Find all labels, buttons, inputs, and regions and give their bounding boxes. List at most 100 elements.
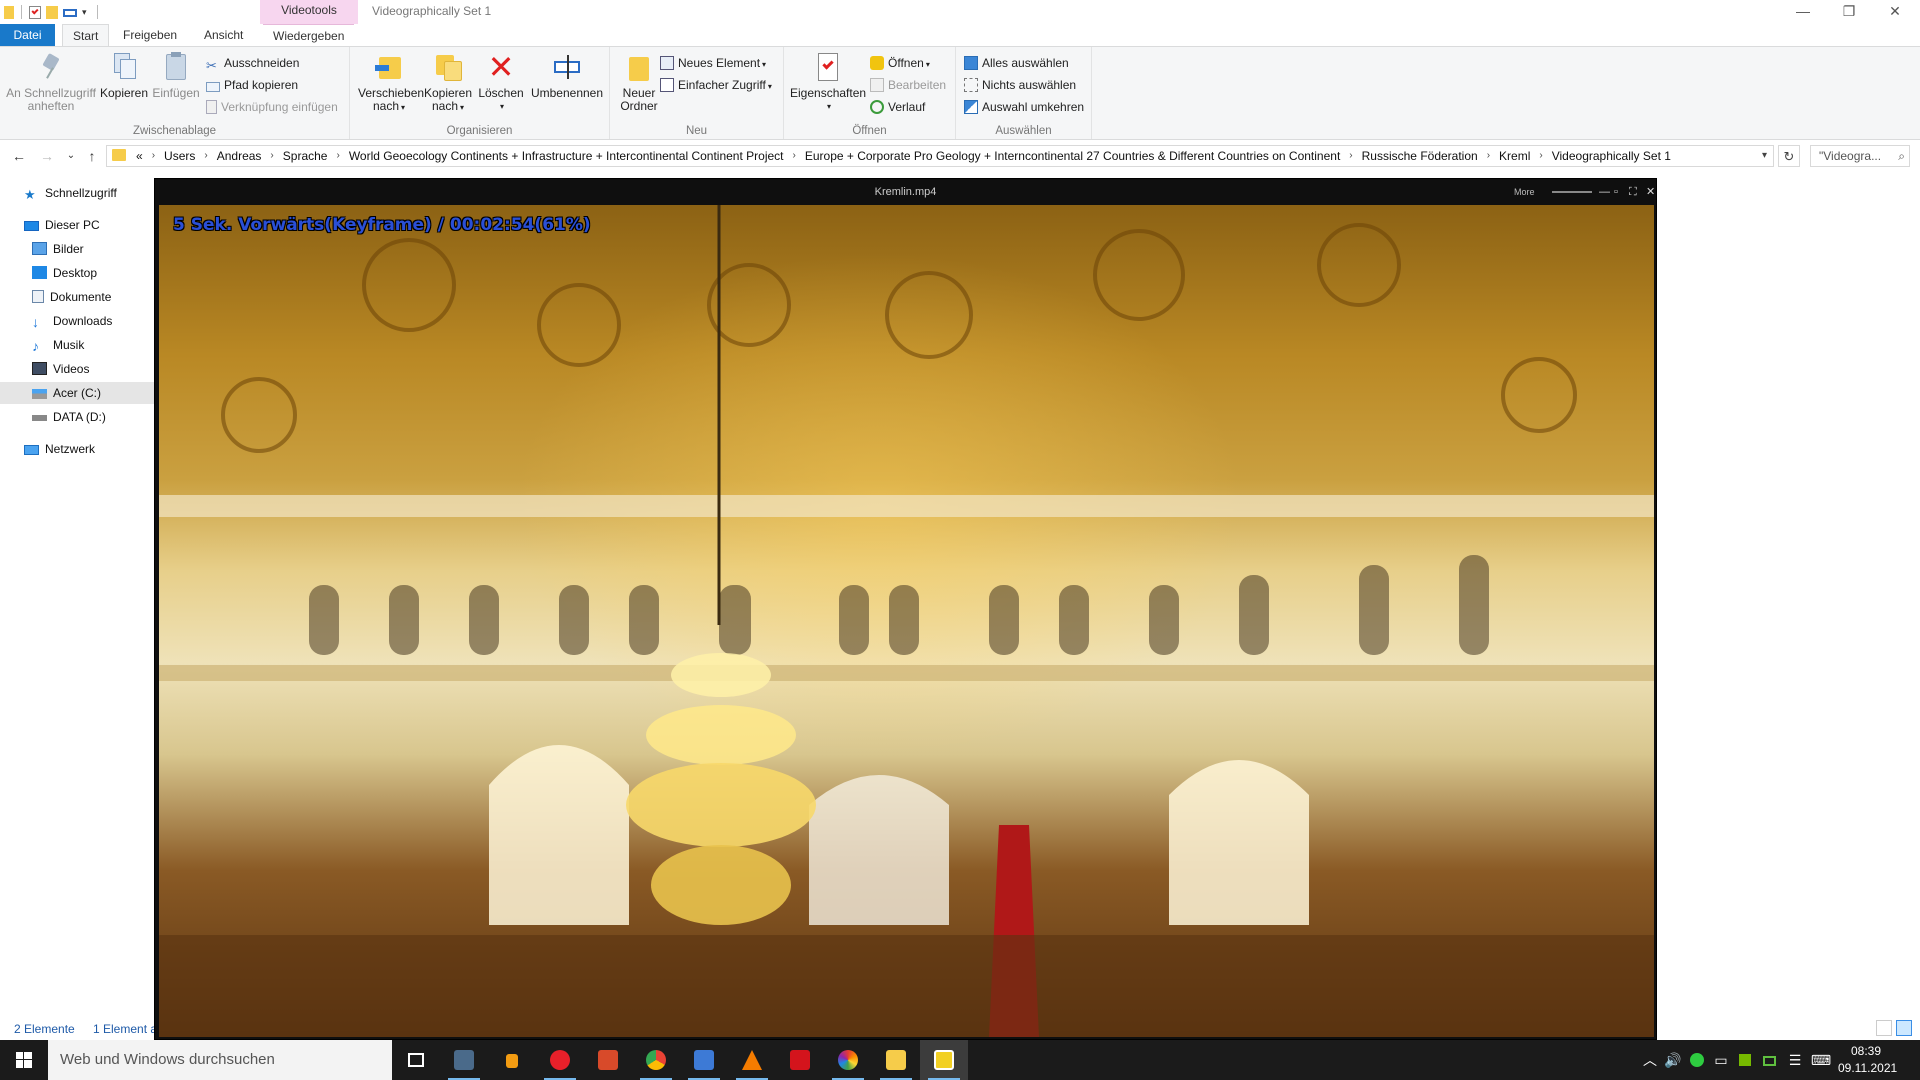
new-folder-icon[interactable]: [46, 5, 58, 19]
breadcrumb-overflow[interactable]: «: [131, 146, 148, 166]
tab-ansicht[interactable]: Ansicht: [194, 24, 253, 46]
forward-button[interactable]: →: [38, 146, 56, 166]
player-restore-button[interactable]: ▫: [1614, 179, 1618, 205]
security-check-icon[interactable]: [1686, 1040, 1708, 1080]
breadcrumb-item[interactable]: Videographically Set 1: [1547, 146, 1676, 166]
nav-music[interactable]: ♪ Musik: [0, 334, 154, 356]
back-button[interactable]: ←: [10, 146, 28, 166]
large-icons-view-icon[interactable]: [1896, 1020, 1912, 1036]
up-button[interactable]: ↑: [83, 146, 101, 166]
paste-button[interactable]: Einfügen: [150, 51, 202, 100]
tab-wiedergeben[interactable]: Wiedergeben: [263, 24, 355, 46]
taskbar-app-photos[interactable]: [440, 1040, 488, 1080]
paste-shortcut-button[interactable]: Verknüpfung einfügen: [206, 97, 338, 117]
nvidia-tray-icon[interactable]: [1734, 1040, 1756, 1080]
tab-datei[interactable]: Datei: [0, 24, 55, 46]
breadcrumb-item[interactable]: Europe + Corporate Pro Geology + Internc…: [800, 146, 1345, 166]
rename-icon[interactable]: [63, 9, 77, 17]
video-player-window[interactable]: Kremlin.mp4 More — ▫ ⛶ ✕ 5 Sek. Vorwärts…: [154, 178, 1657, 1040]
nav-drive-c[interactable]: Acer (C:): [0, 382, 154, 404]
player-fullscreen-button[interactable]: ⛶: [1629, 179, 1637, 205]
cut-button[interactable]: ✂ Ausschneiden: [206, 53, 299, 73]
breadcrumb-chevron-icon[interactable]: ›: [1345, 146, 1356, 166]
tab-freigeben[interactable]: Freigeben: [113, 24, 187, 46]
breadcrumb-item[interactable]: Sprache: [278, 146, 333, 166]
nav-pictures[interactable]: Bilder: [0, 238, 154, 260]
easy-access-button[interactable]: Einfacher Zugriff ▾: [660, 75, 772, 95]
breadcrumb-chevron-icon[interactable]: ›: [266, 146, 277, 166]
breadcrumb-chevron-icon[interactable]: ›: [789, 146, 800, 166]
show-hidden-icons-button[interactable]: ︿: [1640, 1040, 1660, 1080]
details-view-icon[interactable]: [1876, 1020, 1892, 1036]
nav-this-pc[interactable]: Dieser PC: [0, 214, 154, 236]
breadcrumb-chevron-icon[interactable]: ›: [1483, 146, 1494, 166]
breadcrumb-chevron-icon[interactable]: ›: [148, 146, 159, 166]
move-to-button[interactable]: Verschieben nach ▾: [358, 51, 424, 114]
recent-locations-chevron-icon[interactable]: ⌄: [62, 146, 80, 166]
search-input[interactable]: "Videogra... ⌕: [1810, 145, 1910, 167]
video-frame[interactable]: 5 Sek. Vorwärts(Keyframe) / 00:02:54(61%…: [159, 205, 1654, 1037]
breadcrumb-chevron-icon[interactable]: ›: [332, 146, 343, 166]
address-bar[interactable]: « › Users › Andreas › Sprache › World Geoecolog…: [106, 145, 1774, 167]
nav-quick-access[interactable]: ★ Schnellzugriff: [0, 182, 154, 204]
breadcrumb-chevron-icon[interactable]: ›: [1535, 146, 1546, 166]
invert-selection-button[interactable]: Auswahl umkehren: [964, 97, 1084, 117]
minimize-button[interactable]: —: [1780, 0, 1826, 24]
edit-button[interactable]: Bearbeiten: [870, 75, 946, 95]
taskbar-app-video-editor[interactable]: [680, 1040, 728, 1080]
close-button[interactable]: ✕: [1872, 0, 1918, 24]
taskbar-app-file-explorer[interactable]: [872, 1040, 920, 1080]
task-view-button[interactable]: [392, 1040, 440, 1080]
keyboard-icon[interactable]: ⌨: [1808, 1040, 1834, 1080]
restore-button[interactable]: ❐: [1826, 0, 1872, 24]
rename-button[interactable]: Umbenennen: [528, 51, 606, 100]
taskbar-app-opera[interactable]: [536, 1040, 584, 1080]
nav-drive-d[interactable]: DATA (D:): [0, 406, 154, 428]
taskbar-app-acrobat[interactable]: [776, 1040, 824, 1080]
breadcrumb-chevron-icon[interactable]: ›: [200, 146, 211, 166]
player-close-button[interactable]: ✕: [1646, 179, 1655, 205]
taskbar-app-chrome[interactable]: [632, 1040, 680, 1080]
copy-to-button[interactable]: Kopieren nach ▾: [420, 51, 476, 114]
taskbar-search-input[interactable]: Web und Windows durchsuchen: [48, 1040, 392, 1080]
start-button[interactable]: [0, 1040, 48, 1080]
select-all-button[interactable]: Alles auswählen: [964, 53, 1069, 73]
taskbar-clock[interactable]: 08:39 09.11.2021: [1838, 1043, 1897, 1077]
action-center-icon[interactable]: ☰: [1784, 1040, 1806, 1080]
player-volume-slider[interactable]: [1552, 191, 1592, 193]
delete-button[interactable]: ✕ Löschen ▾: [476, 51, 526, 113]
open-button[interactable]: Öffnen ▾: [870, 53, 930, 73]
copy-path-button[interactable]: Pfad kopieren: [206, 75, 298, 95]
chevron-down-icon[interactable]: ▾: [82, 6, 90, 19]
nav-downloads[interactable]: ↓ Downloads: [0, 310, 154, 332]
breadcrumb-item[interactable]: Users: [159, 146, 200, 166]
breadcrumb-item[interactable]: Kreml: [1494, 146, 1535, 166]
pin-quick-access-button[interactable]: An Schnellzugriff anheften: [6, 51, 96, 113]
refresh-button[interactable]: ↻: [1778, 145, 1800, 167]
nav-documents[interactable]: Dokumente: [0, 286, 154, 308]
nav-desktop[interactable]: Desktop: [0, 262, 154, 284]
player-minimize-button[interactable]: —: [1599, 179, 1610, 205]
taskbar-app-office[interactable]: [584, 1040, 632, 1080]
address-dropdown-icon[interactable]: ▾: [1762, 146, 1767, 166]
player-more-button[interactable]: More: [1514, 179, 1535, 205]
copy-button[interactable]: Kopieren: [98, 51, 150, 100]
taskbar-app-picasa[interactable]: [824, 1040, 872, 1080]
breadcrumb-item[interactable]: Andreas: [212, 146, 267, 166]
breadcrumb-item[interactable]: World Geoecology Continents + Infrastruc…: [344, 146, 789, 166]
properties-icon[interactable]: [29, 5, 41, 19]
properties-button[interactable]: Eigenschaften ▾: [790, 51, 866, 113]
display-tray-icon[interactable]: [1758, 1040, 1780, 1080]
nav-videos[interactable]: Videos: [0, 358, 154, 380]
select-none-button[interactable]: Nichts auswählen: [964, 75, 1076, 95]
taskbar-app-media-player[interactable]: [920, 1040, 968, 1080]
tab-start[interactable]: Start: [62, 24, 110, 47]
new-item-button[interactable]: Neues Element ▾: [660, 53, 766, 73]
taskbar-app-vlc-small[interactable]: [488, 1040, 536, 1080]
network-tray-icon[interactable]: ▭: [1710, 1040, 1732, 1080]
taskbar-app-vlc[interactable]: [728, 1040, 776, 1080]
history-button[interactable]: Verlauf: [870, 97, 925, 117]
breadcrumb-item[interactable]: Russische Föderation: [1357, 146, 1483, 166]
volume-icon[interactable]: 🔊: [1662, 1040, 1684, 1080]
new-folder-button[interactable]: Neuer Ordner: [618, 51, 660, 113]
